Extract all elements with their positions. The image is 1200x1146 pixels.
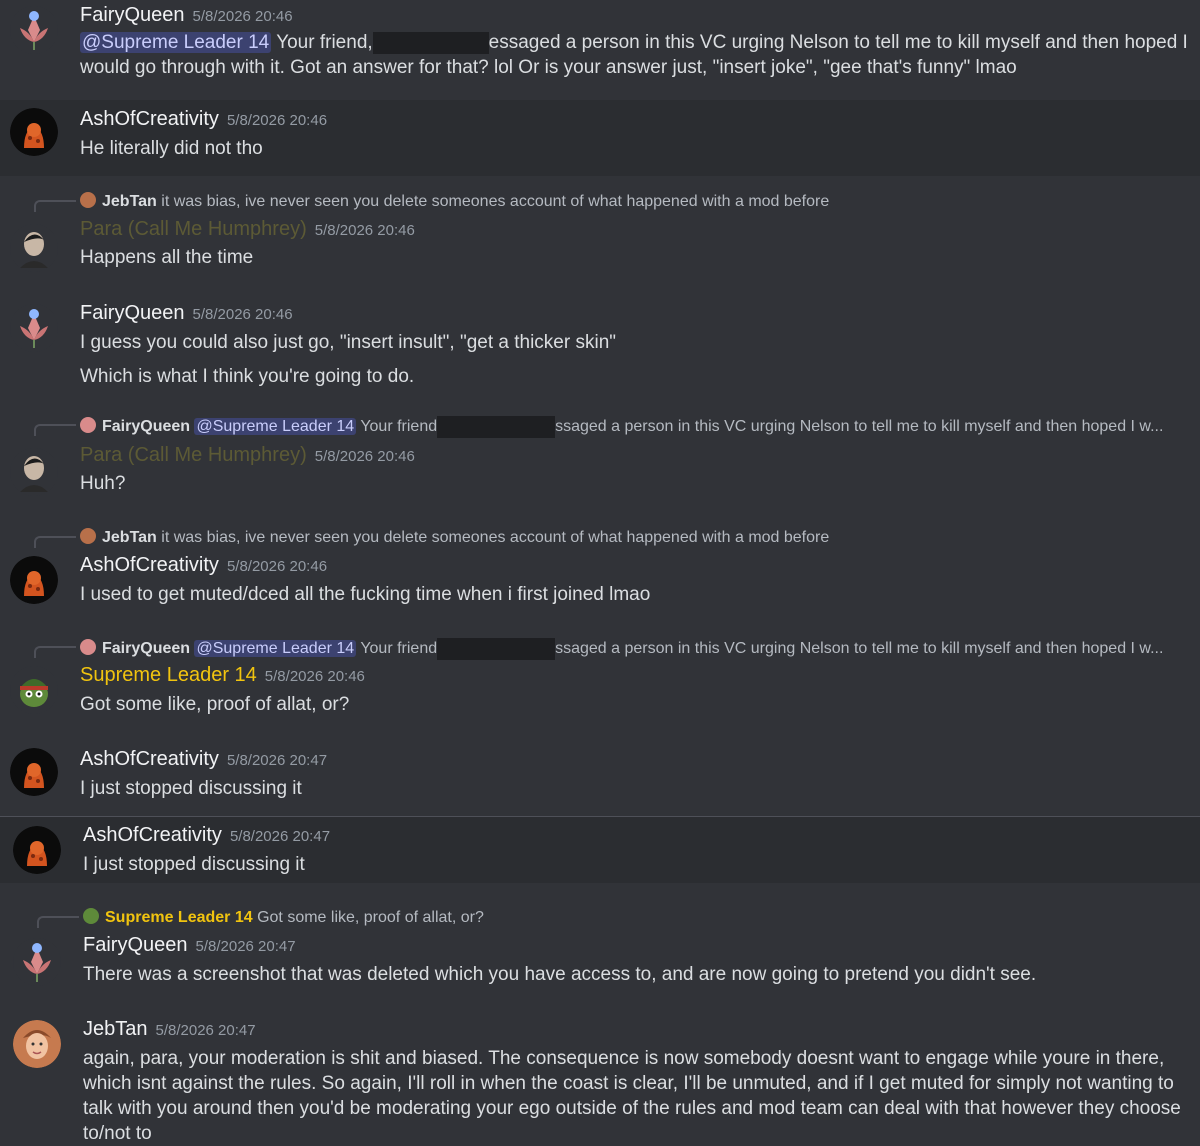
message: FairyQueen 5/8/2026 20:46 @Supreme Leader… bbox=[0, 0, 1200, 100]
message: JebTan it was bias, ive never seen you d… bbox=[0, 518, 1200, 618]
message-content: Which is what I think you're going to do… bbox=[80, 366, 415, 387]
avatar-ashofcreativity[interactable] bbox=[13, 826, 61, 874]
timestamp: 5/8/2026 20:46 bbox=[226, 558, 328, 575]
author-name[interactable]: JebTan bbox=[83, 1018, 148, 1040]
jebtan-mini-avatar-icon bbox=[80, 192, 96, 208]
message-content: I just stopped discussing it bbox=[80, 778, 302, 799]
supreme-leader-mini-avatar-icon bbox=[83, 908, 99, 924]
message-content: Happens all the time bbox=[80, 247, 254, 268]
reply-preview[interactable]: FairyQueen @Supreme Leader 14 Your frien… bbox=[80, 638, 1200, 660]
timestamp: 5/8/2026 20:46 bbox=[264, 668, 365, 685]
avatar-ashofcreativity[interactable] bbox=[10, 108, 58, 156]
user-mention: @Supreme Leader 14 bbox=[194, 640, 357, 658]
avatar-ashofcreativity[interactable] bbox=[10, 556, 58, 604]
author-name[interactable]: FairyQueen bbox=[83, 934, 188, 956]
avatar-fairyqueen[interactable] bbox=[10, 304, 58, 352]
redaction-box bbox=[372, 31, 489, 54]
reply-preview[interactable]: JebTan it was bias, ive never seen you d… bbox=[80, 192, 1190, 211]
reply-spine bbox=[34, 536, 76, 548]
timestamp: 5/8/2026 20:47 bbox=[229, 828, 331, 845]
avatar-para[interactable] bbox=[10, 224, 58, 272]
message-content: He literally did not tho bbox=[80, 138, 263, 159]
redaction-box bbox=[437, 416, 556, 438]
avatar-supreme-leader[interactable] bbox=[10, 666, 58, 714]
message-content: again, para, your moderation is shit and… bbox=[83, 1048, 1181, 1144]
timestamp: 5/8/2026 20:46 bbox=[314, 448, 415, 465]
message-content-line: would go through with it. Got an answer … bbox=[80, 57, 1017, 78]
redaction-box bbox=[437, 638, 556, 660]
message: JebTan it was bias, ive never seen you d… bbox=[0, 182, 1200, 282]
message: Supreme Leader 14 Got some like, proof o… bbox=[0, 898, 1200, 998]
author-name[interactable]: AshOfCreativity bbox=[80, 108, 219, 130]
message: FairyQueen @Supreme Leader 14 Your frien… bbox=[0, 406, 1200, 506]
timestamp: 5/8/2026 20:46 bbox=[192, 8, 293, 25]
message-content: There was a screenshot that was deleted … bbox=[83, 964, 1037, 985]
message-content: I just stopped discussing it bbox=[83, 854, 305, 875]
author-name[interactable]: AshOfCreativity bbox=[80, 554, 219, 576]
fairyqueen-mini-avatar-icon bbox=[80, 639, 96, 656]
author-name[interactable]: AshOfCreativity bbox=[80, 748, 219, 770]
user-mention[interactable]: @Supreme Leader 14 bbox=[80, 32, 272, 53]
timestamp: 5/8/2026 20:46 bbox=[192, 306, 293, 323]
avatar-fairyqueen[interactable] bbox=[10, 6, 58, 54]
author-name[interactable]: Para (Call Me Humphrey) bbox=[80, 218, 307, 240]
reply-preview[interactable]: Supreme Leader 14 Got some like, proof o… bbox=[83, 908, 1183, 927]
message-content: I used to get muted/dced all the fucking… bbox=[80, 584, 651, 605]
message: AshOfCreativity 5/8/2026 20:46 He literal… bbox=[0, 100, 1200, 176]
timestamp: 5/8/2026 20:46 bbox=[226, 112, 328, 129]
message-content: @Supreme Leader 14 Your friend, essaged a… bbox=[80, 31, 1188, 54]
avatar-jebtan[interactable] bbox=[13, 1020, 61, 1068]
message: FairyQueen @Supreme Leader 14 Your frien… bbox=[0, 628, 1200, 728]
reply-spine bbox=[34, 646, 76, 658]
timestamp: 5/8/2026 20:47 bbox=[195, 938, 296, 955]
timestamp: 5/8/2026 20:47 bbox=[155, 1022, 256, 1039]
reply-preview[interactable]: JebTan it was bias, ive never seen you d… bbox=[80, 528, 1190, 547]
message-content: Got some like, proof of allat, or? bbox=[80, 694, 350, 715]
message: FairyQueen 5/8/2026 20:46 I guess you cou… bbox=[0, 290, 1200, 400]
message-content: I guess you could also just go, "insert … bbox=[80, 332, 617, 353]
reply-preview[interactable]: FairyQueen @Supreme Leader 14 Your frien… bbox=[80, 416, 1200, 438]
message: JebTan 5/8/2026 20:47 again, para, your m… bbox=[0, 1010, 1200, 1144]
author-name[interactable]: FairyQueen bbox=[80, 302, 185, 324]
author-name[interactable]: AshOfCreativity bbox=[83, 824, 222, 846]
author-name[interactable]: Para (Call Me Humphrey) bbox=[80, 444, 307, 466]
user-mention: @Supreme Leader 14 bbox=[194, 418, 357, 436]
author-name[interactable]: FairyQueen bbox=[80, 4, 185, 26]
timestamp: 5/8/2026 20:47 bbox=[226, 752, 328, 769]
message: AshOfCreativity 5/8/2026 20:47 I just sto… bbox=[0, 817, 1200, 883]
reply-spine bbox=[34, 200, 76, 212]
message: AshOfCreativity 5/8/2026 20:47 I just sto… bbox=[0, 736, 1200, 816]
reply-spine bbox=[34, 424, 76, 436]
timestamp: 5/8/2026 20:46 bbox=[314, 222, 415, 239]
reply-spine bbox=[37, 916, 79, 928]
jebtan-mini-avatar-icon bbox=[80, 528, 96, 544]
message-content: Huh? bbox=[80, 473, 126, 494]
avatar-fairyqueen[interactable] bbox=[13, 938, 61, 986]
fairyqueen-mini-avatar-icon bbox=[80, 417, 96, 434]
avatar-ashofcreativity[interactable] bbox=[10, 748, 58, 796]
author-name[interactable]: Supreme Leader 14 bbox=[80, 664, 257, 686]
avatar-para[interactable] bbox=[10, 448, 58, 496]
